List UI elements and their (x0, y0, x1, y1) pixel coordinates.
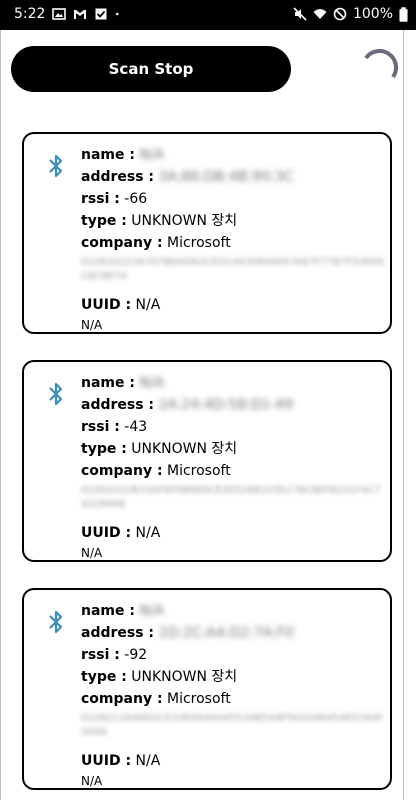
uuid-label: UUID : (81, 753, 132, 769)
device-raw-data: 01092022B33AF0F6B680CE3052681035178C8EF8… (81, 485, 381, 510)
type-label: type : (81, 441, 127, 457)
device-name-row: name : N/A (81, 372, 386, 394)
device-card[interactable]: name : N/A address : 2A:24:4D:58:D1:49 r… (22, 360, 392, 562)
device-address-value: 3A:86:DB:4B:90:3C (158, 169, 294, 185)
device-uuid-row: UUID : N/A (81, 750, 386, 772)
type-label: type : (81, 213, 127, 229)
status-time: 5:22 (14, 6, 46, 22)
gallery-icon (52, 8, 67, 20)
device-company-row: company : Microsoft (81, 232, 386, 254)
scan-stop-button[interactable]: Scan Stop (11, 46, 291, 92)
uuid-label: UUID : (81, 297, 132, 313)
device-type-row: type : UNKNOWN 장치 (81, 666, 386, 688)
device-rssi-value: -66 (124, 191, 148, 207)
device-rssi-row: rssi : -43 (81, 416, 386, 438)
device-name-value: N/A (139, 147, 165, 163)
rssi-label: rssi : (81, 419, 120, 435)
rssi-label: rssi : (81, 647, 120, 663)
company-label: company : (81, 691, 163, 707)
check-box-icon (95, 8, 107, 20)
address-label: address : (81, 397, 155, 413)
device-uuid-detail: N/A (81, 546, 103, 560)
name-label: name : (81, 375, 135, 391)
company-label: company : (81, 463, 163, 479)
wifi-icon (313, 9, 327, 19)
device-company-row: company : Microsoft (81, 688, 386, 710)
device-type-value: UNKNOWN 장치 (131, 213, 238, 229)
battery-icon (399, 6, 408, 22)
company-label: company : (81, 235, 163, 251)
device-card[interactable]: name : N/A address : 3A:86:DB:4B:90:3C r… (22, 132, 392, 334)
device-uuid-value: N/A (135, 753, 161, 769)
device-raw-data: 0109212A9602C533ED044445534B544F502D4645… (81, 713, 383, 738)
loading-spinner (364, 49, 398, 79)
device-address-value: 2A:24:4D:58:D1:49 (158, 397, 294, 413)
address-label: address : (81, 169, 155, 185)
device-type-value: UNKNOWN 장치 (131, 441, 238, 457)
device-type-row: type : UNKNOWN 장치 (81, 210, 386, 232)
device-rssi-value: -92 (124, 647, 148, 663)
battery-percentage: 100% (352, 6, 393, 22)
rssi-label: rssi : (81, 191, 120, 207)
mute-icon (293, 7, 307, 21)
dot-icon (116, 12, 119, 16)
device-rssi-row: rssi : -92 (81, 644, 386, 666)
name-label: name : (81, 147, 135, 163)
device-company-value: Microsoft (167, 235, 231, 251)
status-bar: 5:22 100% (0, 0, 416, 30)
address-label: address : (81, 625, 155, 641)
uuid-label: UUID : (81, 525, 132, 541)
device-type-value: UNKNOWN 장치 (131, 669, 238, 685)
device-address-row: address : 3A:86:DB:4B:90:3C (81, 166, 386, 188)
device-name-value: N/A (139, 603, 165, 619)
device-address-value: 1D:2C:A4:D2:7A:F0 (158, 625, 294, 641)
device-company-value: Microsoft (167, 463, 231, 479)
device-company-row: company : Microsoft (81, 460, 386, 482)
device-rssi-row: rssi : -66 (81, 188, 386, 210)
bluetooth-icon (49, 154, 63, 178)
do-not-disturb-icon (333, 7, 347, 21)
name-label: name : (81, 603, 135, 619)
device-uuid-detail: N/A (81, 318, 103, 332)
device-name-row: name : N/A (81, 144, 386, 166)
device-name-row: name : N/A (81, 600, 386, 622)
type-label: type : (81, 669, 127, 685)
device-company-value: Microsoft (167, 691, 231, 707)
device-uuid-detail: N/A (81, 774, 103, 788)
device-uuid-value: N/A (135, 525, 161, 541)
device-raw-data: 010920223A707B6AD62CED1443DE68FA7667F77B… (81, 257, 385, 282)
bluetooth-icon (49, 610, 63, 634)
device-card[interactable]: name : N/A address : 1D:2C:A4:D2:7A:F0 r… (22, 588, 392, 790)
device-uuid-row: UUID : N/A (81, 294, 386, 316)
device-name-value: N/A (139, 375, 165, 391)
device-rssi-value: -43 (124, 419, 148, 435)
device-type-row: type : UNKNOWN 장치 (81, 438, 386, 460)
device-address-row: address : 2A:24:4D:58:D1:49 (81, 394, 386, 416)
gmail-icon (74, 10, 87, 19)
device-address-row: address : 1D:2C:A4:D2:7A:F0 (81, 622, 386, 644)
device-uuid-value: N/A (135, 297, 161, 313)
bluetooth-icon (49, 382, 63, 406)
device-uuid-row: UUID : N/A (81, 522, 386, 544)
